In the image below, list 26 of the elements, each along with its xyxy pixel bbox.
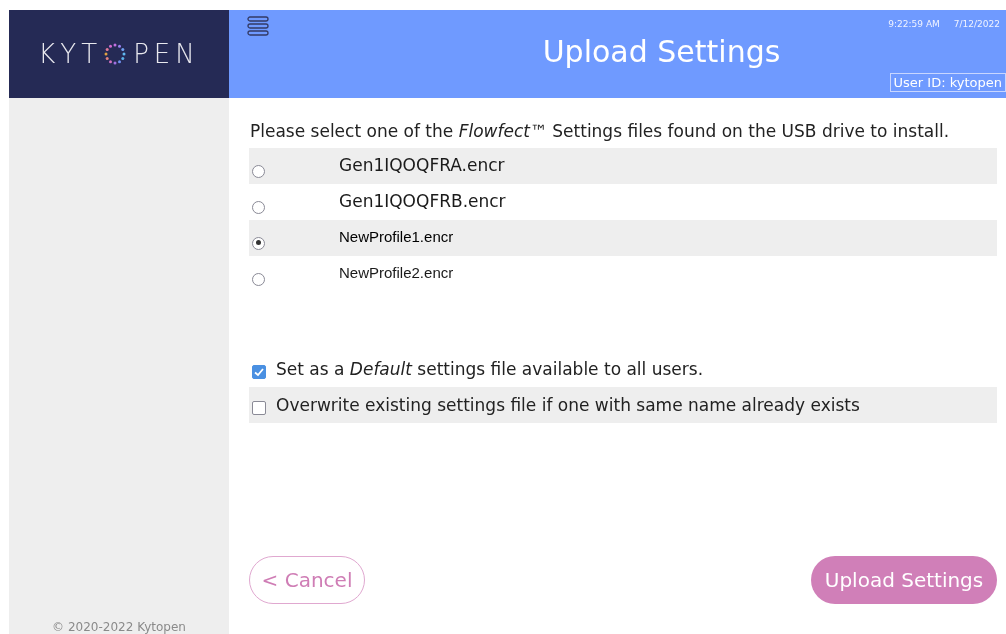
time-text: 9:22:59 AM — [888, 19, 940, 29]
file-option[interactable]: NewProfile1.encr — [249, 220, 997, 256]
radio-button[interactable] — [252, 164, 265, 178]
file-option[interactable]: Gen1IQOQFRB.encr — [249, 184, 997, 220]
file-name: NewProfile2.encr — [339, 263, 454, 281]
file-name: NewProfile1.encr — [339, 227, 454, 245]
checkbox[interactable] — [252, 401, 266, 415]
date-text: 7/12/2022 — [953, 19, 1000, 29]
option-label: Set as a Default settings file available to all users. — [276, 359, 704, 379]
file-name: Gen1IQOQFRA.encr — [339, 155, 505, 175]
radio-button[interactable] — [252, 272, 265, 286]
radio-button[interactable] — [252, 200, 265, 214]
dotted-ring-icon — [104, 43, 127, 65]
file-option[interactable]: Gen1IQOQFRA.encr — [249, 148, 997, 184]
logo-text: PEN — [133, 39, 200, 69]
radio-button[interactable] — [252, 236, 265, 250]
instruction-text: Please select one of the Flowfect™ Settings files found on the USB drive to install. — [250, 120, 951, 142]
logo-text: KYT — [38, 39, 103, 69]
file-name: Gen1IQOQFRB.encr — [339, 191, 506, 211]
checkbox[interactable] — [252, 365, 266, 379]
user-id-badge: User ID: kytopen — [889, 73, 1006, 92]
menu-icon[interactable] — [247, 16, 269, 36]
page-title: Upload Settings — [541, 33, 782, 71]
copyright-text: © 2020-2022 Kytopen — [52, 620, 186, 634]
option-label: Overwrite existing settings file if one with same name already exists — [276, 395, 860, 415]
file-option[interactable]: NewProfile2.encr — [249, 256, 997, 292]
